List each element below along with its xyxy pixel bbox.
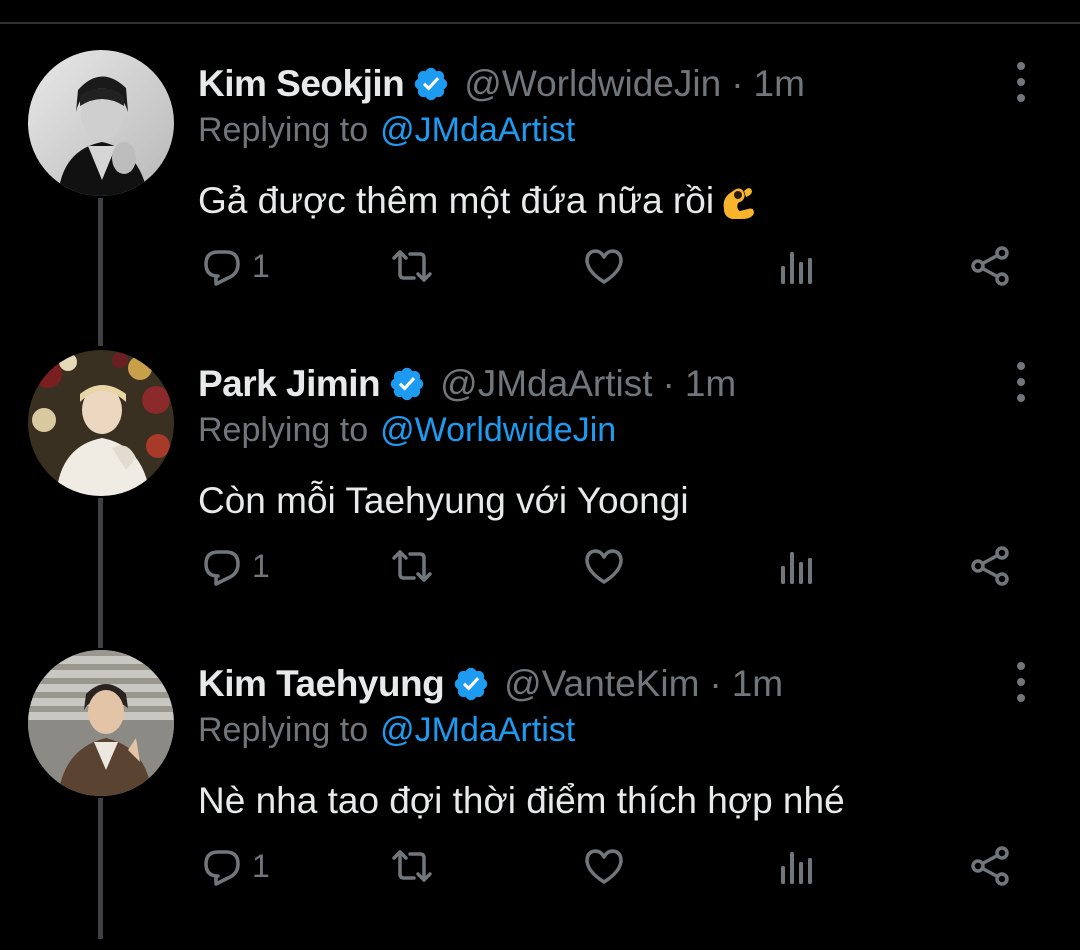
display-name[interactable]: Kim Taehyung	[198, 663, 445, 705]
timestamp[interactable]: 1m	[754, 63, 805, 105]
share-icon	[971, 546, 1009, 586]
share-icon	[971, 246, 1009, 286]
analytics-button[interactable]	[776, 836, 820, 896]
more-vertical-icon[interactable]	[1003, 662, 1039, 702]
reply-count: 1	[252, 547, 270, 584]
tweet-actions: 1	[0, 836, 1080, 896]
reply-button[interactable]: 1	[200, 236, 270, 296]
retweet-button[interactable]	[390, 536, 434, 596]
tweet[interactable]: Kim Seokjin @WorldwideJin · 1m Replying …	[0, 50, 1080, 350]
analytics-icon	[781, 852, 812, 884]
avatar[interactable]	[28, 50, 174, 196]
display-name[interactable]: Kim Seokjin	[198, 63, 405, 105]
retweet-button[interactable]	[390, 836, 434, 896]
reply-button[interactable]: 1	[200, 536, 270, 596]
user-handle[interactable]: @JMdaArtist	[440, 363, 652, 405]
share-button[interactable]	[968, 836, 1012, 896]
reply-count: 1	[252, 247, 270, 284]
replying-to-mention[interactable]: @JMdaArtist	[380, 711, 575, 750]
tweet-text-content: Gả được thêm một đứa nữa rồi	[198, 180, 715, 221]
tweet-header: Kim Seokjin @WorldwideJin · 1m	[198, 58, 805, 110]
replying-to: Replying to @JMdaArtist	[198, 708, 575, 752]
tweet[interactable]: Park Jimin @JMdaArtist · 1m Replying to …	[0, 350, 1080, 650]
analytics-icon	[781, 252, 812, 284]
tweet-text: Gả được thêm một đứa nữa rồi	[198, 176, 760, 226]
separator-dot: ·	[709, 663, 722, 704]
avatar-photo-seokjin	[28, 50, 174, 196]
retweet-icon	[392, 850, 432, 882]
more-vertical-icon[interactable]	[1003, 62, 1039, 102]
verified-badge-icon	[388, 365, 426, 403]
tweet-text-content: Nè nha tao đợi thời điểm thích hợp nhé	[198, 780, 845, 821]
analytics-icon	[781, 552, 812, 584]
tweet-text-content: Còn mỗi Taehyung với Yoongi	[198, 480, 689, 521]
heart-icon	[585, 549, 623, 584]
retweet-button[interactable]	[390, 236, 434, 296]
tweet[interactable]: Kim Taehyung @VanteKim · 1m Replying to …	[0, 650, 1080, 950]
separator-dot: ·	[662, 363, 675, 404]
tweet-header: Kim Taehyung @VanteKim · 1m	[198, 658, 783, 710]
more-vertical-icon[interactable]	[1003, 362, 1039, 402]
display-name[interactable]: Park Jimin	[198, 363, 381, 405]
verified-badge-icon	[452, 665, 490, 703]
reply-icon	[204, 550, 240, 586]
reply-button[interactable]: 1	[200, 836, 270, 896]
replying-to: Replying to @WorldwideJin	[198, 408, 616, 452]
reply-icon	[204, 250, 240, 286]
replying-to-label: Replying to	[198, 110, 369, 149]
reply-icon	[204, 850, 240, 886]
like-button[interactable]	[582, 236, 626, 296]
tweet-actions: 1	[0, 236, 1080, 296]
analytics-button[interactable]	[776, 236, 820, 296]
tweet-text: Còn mỗi Taehyung với Yoongi	[198, 476, 689, 526]
replying-to: Replying to @JMdaArtist	[198, 108, 575, 152]
tweet-actions: 1	[0, 536, 1080, 596]
replying-to-mention[interactable]: @WorldwideJin	[380, 411, 616, 450]
share-icon	[971, 846, 1009, 886]
analytics-button[interactable]	[776, 536, 820, 596]
reply-count: 1	[252, 847, 270, 884]
user-handle[interactable]: @WorldwideJin	[464, 63, 721, 105]
like-button[interactable]	[582, 536, 626, 596]
avatar[interactable]	[28, 350, 174, 496]
retweet-icon	[392, 550, 432, 582]
share-button[interactable]	[968, 236, 1012, 296]
heart-icon	[585, 849, 623, 884]
share-button[interactable]	[968, 536, 1012, 596]
tweet-header: Park Jimin @JMdaArtist · 1m	[198, 358, 736, 410]
separator-dot: ·	[731, 63, 744, 104]
heart-icon	[585, 249, 623, 284]
replying-to-label: Replying to	[198, 410, 369, 449]
like-button[interactable]	[582, 836, 626, 896]
top-divider	[0, 22, 1080, 24]
avatar-photo-jimin	[28, 350, 174, 496]
replying-to-mention[interactable]: @JMdaArtist	[380, 111, 575, 150]
tweet-text: Nè nha tao đợi thời điểm thích hợp nhé	[198, 776, 845, 826]
retweet-icon	[392, 250, 432, 282]
timestamp[interactable]: 1m	[685, 363, 736, 405]
verified-badge-icon	[412, 65, 450, 103]
user-handle[interactable]: @VanteKim	[504, 663, 699, 705]
ok-hand-emoji	[716, 179, 760, 223]
avatar-photo-taehyung	[28, 650, 174, 796]
timestamp[interactable]: 1m	[732, 663, 783, 705]
avatar[interactable]	[28, 650, 174, 796]
replying-to-label: Replying to	[198, 710, 369, 749]
